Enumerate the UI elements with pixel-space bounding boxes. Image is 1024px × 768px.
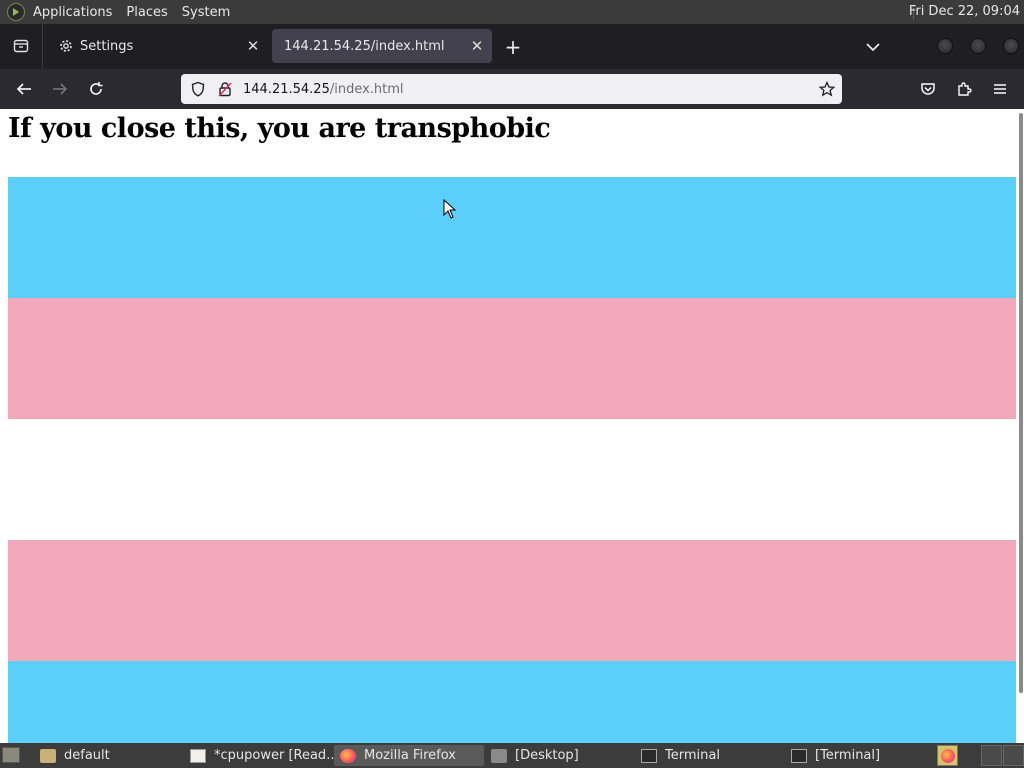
flag-stripe-white [8,419,1016,540]
workspace-3[interactable] [1003,745,1024,766]
distro-logo-icon[interactable] [7,3,25,21]
url-path: /index.html [329,81,404,97]
taskbar-item-label: *cpupower [Read... [214,748,334,763]
url-bar[interactable]: 144.21.54.25/index.html [181,74,842,104]
firefox-icon [340,748,356,763]
hamburger-menu-icon [994,84,1006,94]
taskbar-item-label: [Terminal] [815,748,881,763]
firefox-icon [940,748,955,763]
workspace-2[interactable] [981,745,1002,766]
close-window-button[interactable] [1003,38,1019,54]
taskbar-item-text-editor[interactable]: *cpupower [Read... [184,745,334,766]
forward-button[interactable] [49,78,71,100]
folder-icon [40,748,56,763]
navigation-toolbar: 144.21.54.25/index.html [0,69,1024,109]
app-menu-button[interactable] [989,78,1011,100]
list-all-tabs-button[interactable] [862,36,884,58]
firefox-view-button[interactable] [4,29,38,63]
gear-icon [60,40,72,52]
new-tab-button[interactable]: + [502,35,524,59]
page-content: If you close this, you are transphobic [0,109,1024,743]
terminal-icon [641,748,657,763]
folder-icon [491,748,507,763]
menu-places[interactable]: Places [126,5,167,20]
taskbar-item-default[interactable]: default [34,745,182,766]
taskbar-item-label: default [64,748,110,763]
workspace-switcher[interactable] [937,745,958,766]
taskbar-item-label: Terminal [665,748,720,763]
reload-button[interactable] [85,78,107,100]
insecure-lock-icon[interactable] [217,81,233,97]
chevron-down-icon [866,43,880,52]
minimize-window-button[interactable] [937,38,953,54]
menu-system[interactable]: System [182,5,230,20]
arrow-left-icon [16,83,31,95]
bottom-taskbar: default *cpupower [Read... Mozilla Firef… [0,743,1024,768]
bookmark-star-icon[interactable] [819,81,835,97]
puzzle-piece-icon [958,82,972,96]
vertical-scrollbar[interactable] [1019,113,1023,693]
menu-applications[interactable]: Applications [33,5,112,20]
taskbar-item-firefox[interactable]: Mozilla Firefox [334,745,484,766]
page-heading: If you close this, you are transphobic [8,113,551,144]
text-editor-icon [190,748,206,763]
tab-label: Settings [80,38,134,54]
flag-stripe-blue-top [8,177,1016,298]
taskbar-item-desktop[interactable]: [Desktop] [485,745,635,766]
terminal-icon [791,748,807,763]
pocket-button[interactable] [917,78,939,100]
extensions-button[interactable] [953,78,975,100]
arrow-right-icon [53,83,68,95]
show-desktop-icon[interactable] [2,747,20,763]
mouse-cursor-icon [443,199,457,219]
taskbar-item-label: [Desktop] [515,748,579,763]
url-host: 144.21.54.25 [243,81,330,97]
reload-icon [90,82,103,95]
close-tab-icon[interactable]: ✕ [244,37,262,55]
taskbar-item-label: Mozilla Firefox [364,748,456,763]
top-panel: Applications Places System Fri Dec 22, 0… [0,0,1024,24]
shield-icon[interactable] [190,81,206,97]
taskbar-item-terminal-2[interactable]: [Terminal] [785,745,935,766]
tab-label: 144.21.54.25/index.html [284,38,445,54]
tab-strip: Settings ✕ 144.21.54.25/index.html ✕ + [0,24,1024,69]
tab-active-page[interactable]: 144.21.54.25/index.html ✕ [272,29,492,63]
flag-stripe-pink-bottom [8,540,1016,661]
clock[interactable]: Fri Dec 22, 09:04 [909,4,1020,19]
tab-settings[interactable]: Settings ✕ [46,29,268,63]
plus-icon: + [504,35,522,59]
firefox-view-icon [13,39,29,53]
tab-divider [42,24,43,69]
pocket-icon [921,83,935,95]
taskbar-item-terminal[interactable]: Terminal [635,745,785,766]
flag-stripe-pink-top [8,298,1016,419]
back-button[interactable] [13,78,35,100]
flag-stripe-blue-bottom [8,661,1016,743]
maximize-window-button[interactable] [970,38,986,54]
close-tab-icon[interactable]: ✕ [468,37,486,55]
